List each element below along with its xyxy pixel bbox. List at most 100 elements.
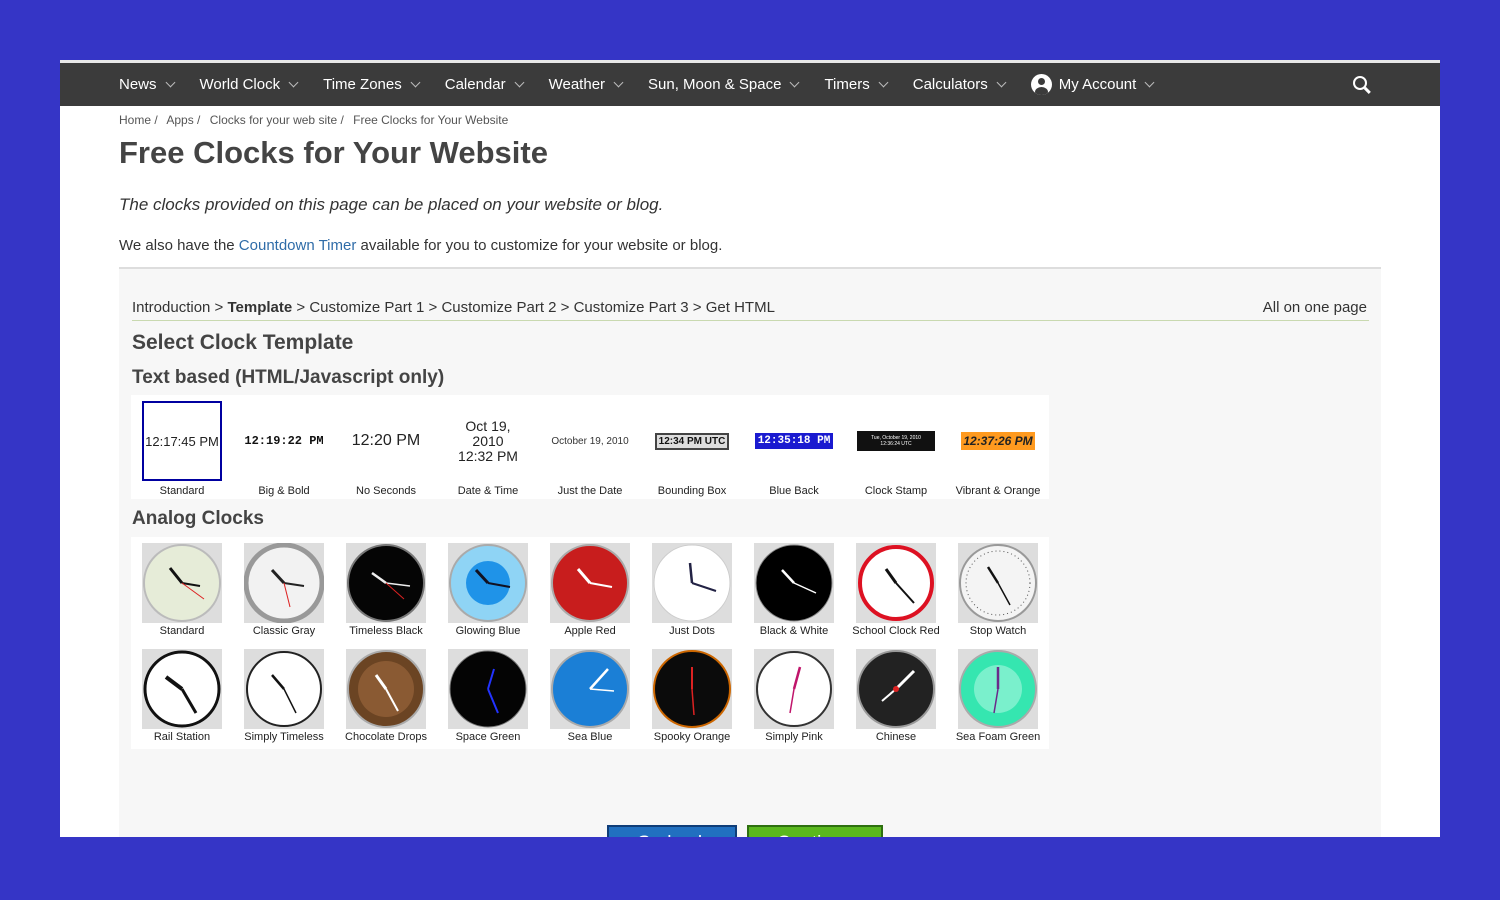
clock-face-icon	[142, 543, 222, 623]
analog-caption: School Clock Red	[852, 625, 940, 637]
analog-caption: Standard	[159, 625, 205, 637]
chevron-down-icon	[790, 77, 800, 88]
analog-clocks-heading: Analog Clocks	[132, 508, 264, 529]
sample-text: 12:19:22 PM	[244, 434, 324, 448]
nav-label: Sun, Moon & Space	[648, 76, 782, 93]
analog-caption: Spooky Orange	[653, 731, 731, 743]
continue-button[interactable]: Continue	[747, 825, 883, 837]
chevron-down-icon	[514, 77, 525, 88]
chevron-down-icon	[996, 77, 1007, 88]
breadcrumb-apps[interactable]: Apps /	[166, 113, 200, 127]
clock-face-icon	[550, 543, 630, 623]
analog-caption: Sea Foam Green	[955, 731, 1041, 743]
sample-text: Oct 19, 2010	[465, 417, 511, 449]
template-sample: 12:19:22 PM	[244, 401, 324, 481]
sample-text: 12:34 PM UTC	[654, 432, 730, 450]
nav-calculators[interactable]: Calculators	[913, 76, 1007, 93]
nav-label: Calendar	[444, 76, 506, 93]
template-caption: Just the Date	[557, 485, 623, 497]
countdown-note: We also have the Countdown Timer availab…	[119, 237, 722, 254]
clock-face-icon	[856, 543, 936, 623]
template-sample: 12:35:18 PM	[754, 401, 834, 481]
clock-face-icon	[550, 649, 630, 729]
analog-caption: Chinese	[875, 731, 917, 743]
nav-weather[interactable]: Weather	[548, 76, 624, 93]
analog-template-grid: Standard Classic Gray Timeless Black Glo…	[131, 537, 1049, 749]
nav-sun-moon-space[interactable]: Sun, Moon & Space	[648, 76, 800, 93]
nav-calendar[interactable]: Calendar	[444, 76, 525, 93]
clock-face-icon	[958, 543, 1038, 623]
nav-label: My Account	[1058, 76, 1137, 93]
nav-world-clock[interactable]: World Clock	[199, 76, 299, 93]
sample-text: 12:37:26 PM	[961, 432, 1035, 450]
template-sample: 12:17:45 PM	[142, 401, 222, 481]
analog-caption: Simply Timeless	[244, 731, 324, 743]
chevron-down-icon	[613, 77, 624, 88]
top-navigation: News World Clock Time Zones Calendar Wea…	[60, 63, 1440, 106]
breadcrumb-home[interactable]: Home /	[119, 113, 158, 127]
template-sample: Tue, October 19, 2010 12:36:24 UTC	[856, 401, 936, 481]
intro-text: The clocks provided on this page can be …	[119, 195, 664, 214]
analog-caption: Glowing Blue	[455, 625, 521, 637]
template-caption: Clock Stamp	[864, 485, 928, 497]
nav-news[interactable]: News	[119, 76, 175, 93]
page-title: Free Clocks for Your Website	[119, 135, 548, 170]
sample-text: 12:17:45 PM	[145, 433, 219, 449]
breadcrumb-clocks[interactable]: Clocks for your web site /	[210, 113, 344, 127]
clock-face-icon	[754, 543, 834, 623]
sample-text: 12:36:24 UTC	[880, 441, 912, 447]
nav-time-zones[interactable]: Time Zones	[323, 76, 421, 93]
template-caption: Vibrant & Orange	[955, 485, 1041, 497]
step-introduction[interactable]: Introduction >	[132, 299, 227, 316]
analog-caption: Stop Watch	[969, 625, 1027, 637]
go-back-button[interactable]: Go back	[607, 825, 737, 837]
analog-caption: Rail Station	[153, 731, 211, 743]
clock-face-icon	[652, 649, 732, 729]
nav-timers[interactable]: Timers	[824, 76, 889, 93]
clock-face-icon	[346, 649, 426, 729]
wizard-steps: Introduction > Template > Customize Part…	[132, 299, 775, 316]
nav-label: Weather	[548, 76, 606, 93]
nav-label: News	[119, 76, 157, 93]
template-caption: Big & Bold	[258, 485, 310, 497]
analog-caption: Sea Blue	[567, 731, 613, 743]
sample-text: October 19, 2010	[551, 435, 629, 447]
clock-wizard-panel: Introduction > Template > Customize Part…	[119, 267, 1381, 837]
template-caption: Bounding Box	[657, 485, 727, 497]
chevron-down-icon	[165, 77, 175, 88]
select-template-heading: Select Clock Template	[132, 331, 354, 354]
breadcrumb: Home / Apps / Clocks for your web site /…	[119, 113, 514, 127]
template-sample: 12:20 PM	[346, 401, 426, 481]
nav-label: World Clock	[199, 76, 281, 93]
chevron-down-icon	[288, 77, 299, 88]
note-text: available for you to customize for your …	[356, 237, 723, 254]
sample-text: 12:20 PM	[351, 432, 421, 449]
search-icon[interactable]	[1353, 76, 1371, 94]
template-caption: Standard	[159, 485, 205, 497]
analog-caption: Classic Gray	[252, 625, 316, 637]
clock-face-icon	[652, 543, 732, 623]
note-text: We also have the	[119, 237, 239, 254]
template-caption: Blue Back	[769, 485, 819, 497]
text-based-heading: Text based (HTML/Javascript only)	[132, 367, 445, 388]
sample-text: 12:32 PM	[458, 447, 518, 464]
nav-my-account[interactable]: My Account	[1030, 74, 1155, 95]
text-template-grid: 12:17:45 PM Standard 12:19:22 PM Big & B…	[131, 395, 1049, 499]
clock-face-icon	[754, 649, 834, 729]
clock-face-icon	[244, 543, 324, 623]
account-icon	[1030, 74, 1052, 95]
chevron-down-icon	[878, 77, 889, 88]
template-sample: October 19, 2010	[539, 401, 641, 481]
clock-face-icon	[856, 649, 936, 729]
clock-stamp-sample: Tue, October 19, 2010 12:36:24 UTC	[857, 431, 935, 451]
analog-caption: Apple Red	[564, 625, 616, 637]
template-sample: Oct 19, 2010 12:32 PM	[448, 401, 528, 481]
clock-face-icon	[244, 649, 324, 729]
chevron-down-icon	[1144, 77, 1155, 88]
clock-face-icon	[448, 649, 528, 729]
analog-caption: Space Green	[455, 731, 521, 743]
sample-text: 12:35:18 PM	[755, 433, 833, 449]
countdown-timer-link[interactable]: Countdown Timer	[239, 237, 357, 254]
clock-face-icon	[958, 649, 1038, 729]
all-on-one-page-link[interactable]: All on one page	[1263, 299, 1367, 316]
